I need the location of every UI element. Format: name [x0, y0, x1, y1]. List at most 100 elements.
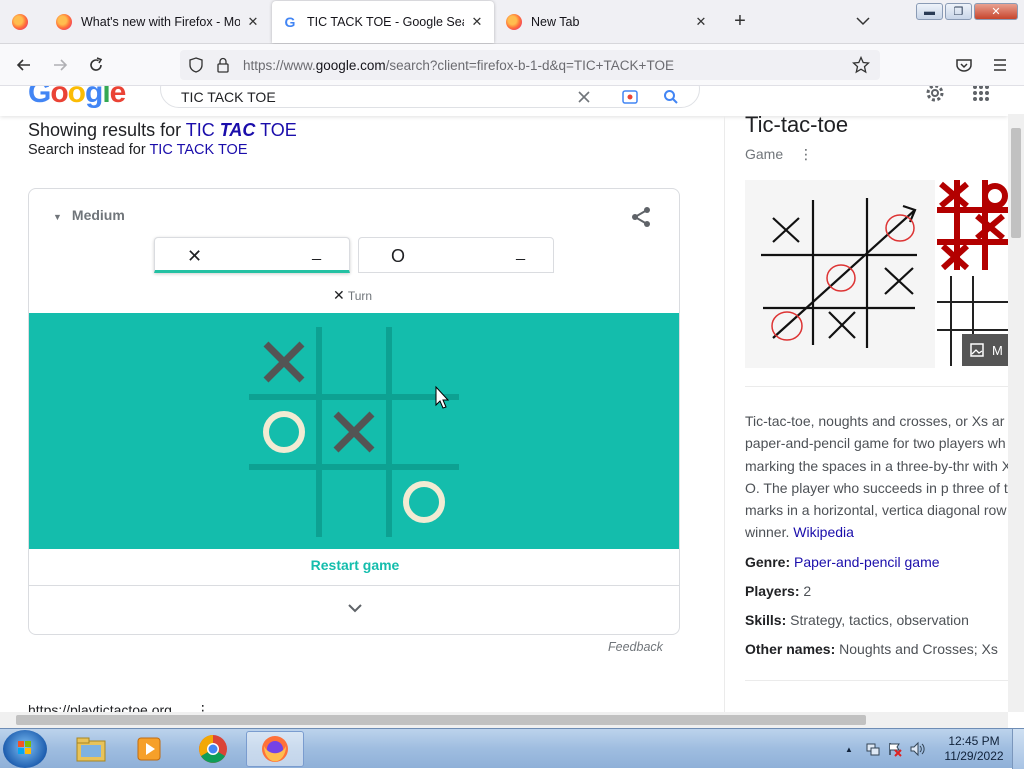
hamburger-menu-icon[interactable]: [990, 55, 1010, 75]
firefox-view-icon[interactable]: [12, 14, 28, 30]
navigation-toolbar: https://www.google.com/search?client=fir…: [0, 44, 1024, 86]
difficulty-dropdown[interactable]: ▼ Medium: [53, 207, 125, 223]
restart-game-button[interactable]: Restart game: [29, 557, 679, 573]
corrected-query-link[interactable]: TIC TAC TOE: [186, 120, 297, 140]
lock-icon[interactable]: [216, 57, 230, 73]
vertical-scrollbar[interactable]: [1008, 114, 1024, 712]
clear-icon[interactable]: [577, 90, 591, 104]
more-options-icon[interactable]: ⋮: [799, 146, 813, 162]
search-instead-label: Search instead for: [28, 142, 150, 158]
tab-google-search[interactable]: G TIC TACK TOE - Google Search ✕: [272, 1, 494, 43]
search-box[interactable]: TIC TACK TOE: [160, 86, 700, 108]
search-instead: Search instead for TIC TACK TOE: [28, 142, 247, 158]
difficulty-label: Medium: [71, 207, 125, 223]
logo-letter: o: [50, 86, 68, 109]
show-hidden-icons-icon[interactable]: ▲: [845, 745, 853, 754]
original-query-link[interactable]: TIC TACK TOE: [149, 142, 247, 158]
close-tab-icon[interactable]: ✕: [246, 14, 260, 30]
board-cell: [249, 397, 319, 467]
clock-time: 12:45 PM: [948, 734, 1000, 748]
cite-url[interactable]: https://playtictactoe.org: [28, 702, 172, 712]
search-query[interactable]: TIC TACK TOE: [181, 89, 276, 105]
board-cell[interactable]: [389, 327, 459, 397]
turn-symbol: ✕: [333, 287, 345, 303]
board-cell[interactable]: [389, 397, 459, 467]
kp-title: Tic-tac-toe: [745, 112, 849, 137]
board-cell[interactable]: [319, 467, 389, 537]
gear-icon[interactable]: [924, 86, 946, 104]
horizontal-scrollbar[interactable]: [0, 712, 1008, 728]
google-header: Google TIC TACK TOE: [0, 86, 1008, 116]
tab-new-tab[interactable]: New Tab ✕: [496, 0, 718, 44]
scrollbar-thumb[interactable]: [1011, 128, 1021, 238]
turn-indicator: ✕ Turn: [333, 287, 372, 304]
scrollbar-thumb[interactable]: [16, 715, 866, 725]
genre-link[interactable]: Paper-and-pencil game: [794, 554, 940, 570]
system-tray: ▲: [845, 729, 927, 769]
page-content: Google TIC TACK TOE Showing results for …: [0, 86, 1008, 712]
forward-arrow-icon[interactable]: [50, 55, 70, 75]
google-logo[interactable]: Google: [28, 86, 127, 110]
board-cell[interactable]: [249, 467, 319, 537]
more-images-button[interactable]: M: [962, 334, 1008, 366]
tic-tac-toe-sketch-image[interactable]: [745, 180, 935, 368]
volume-icon[interactable]: [909, 741, 927, 757]
close-tab-icon[interactable]: ✕: [694, 14, 708, 30]
more-options-icon[interactable]: ⋮: [196, 702, 210, 712]
media-player-taskbar-button[interactable]: [120, 731, 178, 767]
search-icon[interactable]: [663, 89, 679, 105]
o-symbol: O: [391, 246, 406, 266]
apps-grid-icon[interactable]: [972, 86, 990, 102]
dropdown-arrow-icon: ▼: [53, 212, 62, 222]
logo-letter: e: [109, 86, 127, 109]
action-center-flag-icon[interactable]: [887, 741, 903, 757]
google-icon: G: [284, 14, 296, 30]
show-desktop-button[interactable]: [1012, 729, 1024, 769]
tab-whats-new[interactable]: What's new with Firefox - More ✕: [46, 0, 270, 44]
x-score: _: [312, 244, 321, 261]
share-icon[interactable]: [629, 205, 653, 229]
system-clock[interactable]: 12:45 PM 11/29/2022: [940, 734, 1008, 764]
maximize-button[interactable]: ❐: [945, 3, 972, 20]
showing-results-label: Showing results for: [28, 120, 186, 140]
explorer-taskbar-button[interactable]: [62, 731, 120, 767]
logo-letter: g: [85, 86, 103, 109]
back-arrow-icon[interactable]: [14, 55, 34, 75]
address-bar[interactable]: https://www.google.com/search?client=fir…: [180, 50, 880, 80]
star-bookmark-icon[interactable]: [852, 56, 870, 74]
network-icon[interactable]: [865, 741, 881, 757]
expand-chevron-icon[interactable]: [345, 601, 365, 615]
chrome-taskbar-button[interactable]: [184, 731, 242, 767]
camera-lens-icon[interactable]: [621, 89, 639, 105]
firefox-icon: [56, 14, 72, 30]
firefox-icon: [506, 14, 522, 30]
description-text: Tic-tac-toe, noughts and crosses, or Xs …: [745, 413, 1008, 541]
image-icon: [970, 343, 984, 357]
board-cell[interactable]: [319, 327, 389, 397]
game-board: [29, 313, 679, 549]
chevron-down-icon[interactable]: [855, 13, 871, 29]
fact-players: Players: 2: [745, 583, 812, 599]
tic-tac-toe-red-image[interactable]: [937, 180, 1008, 270]
kp-description: Tic-tac-toe, noughts and crosses, or Xs …: [745, 410, 1008, 544]
new-tab-button[interactable]: +: [730, 10, 750, 33]
tab-strip: What's new with Firefox - More ✕ G TIC T…: [0, 0, 1024, 44]
close-tab-icon[interactable]: ✕: [470, 14, 484, 30]
chrome-icon: [199, 735, 227, 763]
wikipedia-link[interactable]: Wikipedia: [793, 524, 854, 540]
close-window-button[interactable]: ✕: [974, 3, 1018, 20]
divider: [745, 680, 1008, 681]
fact-genre: Genre: Paper-and-pencil game: [745, 554, 940, 570]
firefox-taskbar-button[interactable]: [246, 731, 304, 767]
spelling-correction: Showing results for TIC TAC TOE: [28, 120, 297, 141]
player-o-score: O _: [358, 237, 554, 273]
reload-icon[interactable]: [86, 55, 106, 75]
pocket-icon[interactable]: [954, 55, 974, 75]
minimize-button[interactable]: ▬: [916, 3, 943, 20]
tab-title: What's new with Firefox - More: [81, 15, 240, 29]
tic-tac-toe-game-card: ▼ Medium ✕ _ O _ ✕ Turn Restart game: [28, 188, 680, 635]
start-button[interactable]: [3, 730, 47, 768]
shield-icon[interactable]: [188, 57, 204, 73]
board-grid: [249, 327, 459, 537]
feedback-link[interactable]: Feedback: [608, 640, 663, 654]
